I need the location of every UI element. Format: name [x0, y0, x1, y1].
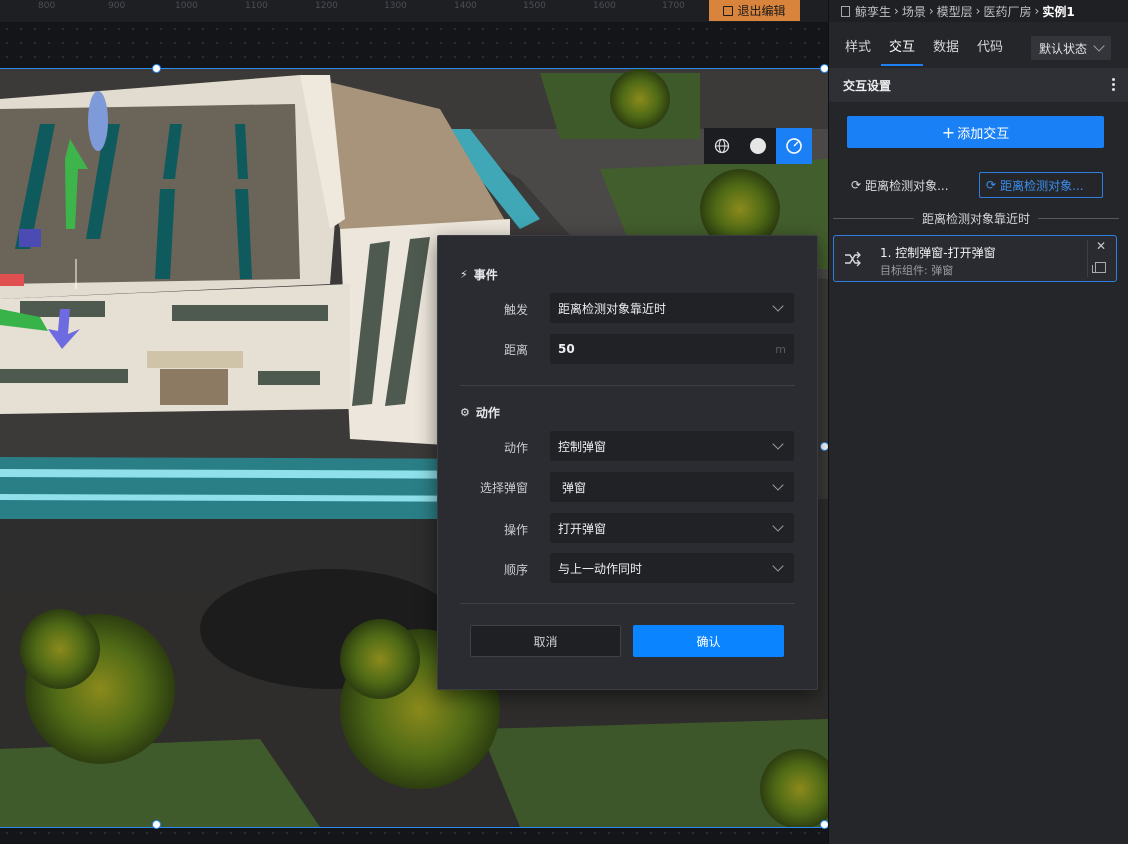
resize-handle[interactable] [820, 820, 828, 829]
order-select[interactable]: 与上一动作同时 [550, 553, 794, 583]
action-section-title: ⚙ 动作 [460, 406, 500, 420]
operation-label: 操作 [503, 523, 528, 537]
action-card-title: 1. 控制弹窗-打开弹窗 [880, 246, 996, 260]
more-options-icon[interactable] [1112, 78, 1115, 93]
tab-code[interactable]: 代码 [977, 30, 1003, 66]
breadcrumb-item[interactable]: 场景 [902, 3, 926, 20]
divider [833, 217, 914, 219]
exit-edit-button[interactable]: 退出编辑 [709, 0, 800, 21]
sphere-icon [750, 138, 766, 154]
distance-input[interactable]: 50 m [550, 334, 794, 364]
ruler-tick: 1300 [384, 1, 407, 11]
ruler-tick: 1400 [454, 1, 477, 11]
view-mode-orbit[interactable] [776, 128, 812, 164]
flow-icon [845, 251, 861, 267]
popup-label: 选择弹窗 [479, 481, 528, 495]
properties-panel: 鲸孪生 › 场景 › 模型层 › 医药厂房 › 实例1 样式 交互 数据 代码 默认状态… [828, 0, 1128, 844]
breadcrumb-current: 实例1 [1042, 4, 1075, 19]
view-mode-sphere[interactable] [740, 128, 776, 164]
chevron-down-icon [772, 479, 784, 491]
ruler-tick: 1700 [662, 1, 685, 11]
divider [1038, 217, 1120, 219]
canvas-grid [0, 826, 828, 844]
exit-edit-label: 退出编辑 [737, 4, 786, 18]
resize-handle[interactable] [152, 64, 161, 73]
action-card[interactable]: 1. 控制弹窗-打开弹窗 目标组件: 弹窗 ✕ [833, 235, 1117, 282]
ruler-tick: 1100 [245, 1, 268, 11]
tab-interaction[interactable]: 交互 [881, 30, 924, 66]
ruler-tick: 1200 [315, 1, 338, 11]
state-select[interactable]: 默认状态 [1031, 36, 1111, 60]
resize-handle[interactable] [152, 820, 161, 829]
close-icon[interactable]: ✕ [1096, 239, 1106, 253]
divider [460, 385, 795, 386]
document-icon [841, 5, 850, 17]
action-select[interactable]: 控制弹窗 [550, 431, 794, 461]
plus-icon: + [941, 122, 956, 142]
section-header: 交互设置 [829, 68, 1128, 102]
chevron-down-icon [772, 520, 784, 532]
exit-icon [723, 5, 734, 16]
trigger-chip-selected[interactable]: ⟳ 距离检测对象... [979, 172, 1103, 198]
distance-label: 距离 [503, 343, 528, 357]
gear-icon: ⚙ [460, 406, 470, 419]
ruler-tick: 1000 [175, 1, 198, 11]
chevron-down-icon [772, 438, 784, 450]
trigger-label: 触发 [503, 303, 528, 317]
order-label: 顺序 [503, 563, 528, 577]
add-interaction-button[interactable]: + 添加交互 [847, 116, 1104, 148]
lightning-icon: ⚡ [460, 268, 468, 281]
action-card-subtitle: 目标组件: 弹窗 [880, 264, 954, 277]
globe-icon [714, 138, 730, 154]
ruler-tick: 900 [108, 1, 126, 11]
section-title: 交互设置 [843, 78, 892, 93]
chevron-down-icon [1093, 40, 1105, 52]
copy-icon[interactable] [1092, 262, 1106, 273]
event-section-title: ⚡ 事件 [460, 268, 498, 282]
resize-handle[interactable] [820, 64, 828, 73]
interaction-config-dialog: ⚡ 事件 触发 距离检测对象靠近时 距离 50 m ⚙ 动作 动作 控制弹窗 选… [437, 235, 818, 690]
popup-select[interactable]: 弹窗 [550, 472, 794, 502]
trigger-select[interactable]: 距离检测对象靠近时 [550, 293, 794, 323]
ruler-tick: 1600 [593, 1, 616, 11]
canvas-grid [0, 22, 828, 68]
tab-style[interactable]: 样式 [845, 30, 871, 66]
chevron-down-icon [772, 300, 784, 312]
action-label: 动作 [503, 441, 528, 455]
divider [1087, 240, 1088, 277]
breadcrumb-item[interactable]: 模型层 [937, 3, 973, 20]
breadcrumb-item[interactable]: 医药厂房 [983, 3, 1031, 20]
ruler-tick: 800 [38, 1, 56, 11]
view-mode-toolbar [704, 128, 812, 164]
divider [460, 603, 795, 604]
tab-data[interactable]: 数据 [933, 30, 959, 66]
cursor-icon: ⟳ [986, 178, 997, 192]
distance-unit: m [775, 342, 786, 356]
operation-select[interactable]: 打开弹窗 [550, 513, 794, 543]
view-mode-globe[interactable] [704, 128, 740, 164]
confirm-button[interactable]: 确认 [633, 625, 784, 657]
resize-handle[interactable] [820, 442, 828, 451]
cursor-icon: ⟳ [851, 178, 862, 192]
chevron-down-icon [772, 560, 784, 572]
orbit-icon [786, 138, 802, 154]
breadcrumb-item[interactable]: 鲸孪生 [855, 3, 891, 20]
ruler-tick: 1500 [523, 1, 546, 11]
horizontal-ruler: 800 900 1000 1100 1200 1300 1400 1500 16… [0, 0, 828, 23]
trigger-group-header: 距离检测对象靠近时 [833, 210, 1120, 226]
trigger-chip[interactable]: ⟳ 距离检测对象... [845, 172, 967, 198]
breadcrumb: 鲸孪生 › 场景 › 模型层 › 医药厂房 › 实例1 [829, 0, 1128, 22]
cancel-button[interactable]: 取消 [470, 625, 621, 657]
